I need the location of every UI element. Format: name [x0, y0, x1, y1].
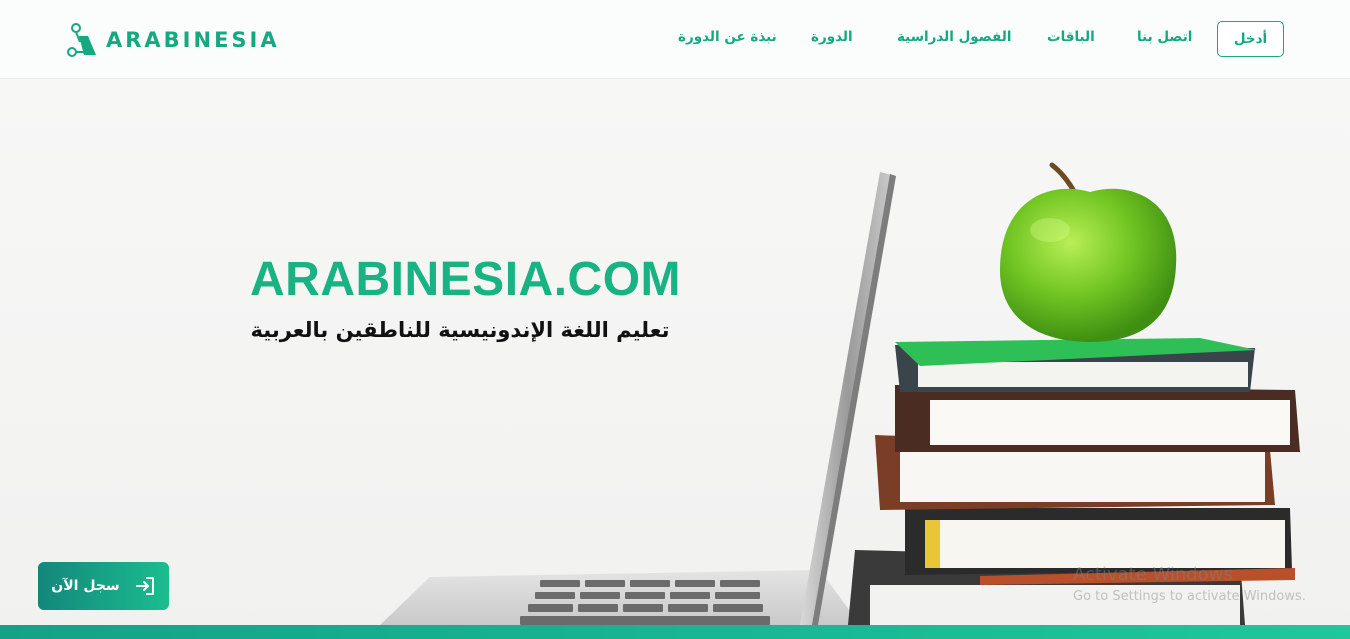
- windows-activation-watermark: Activate Windows Go to Settings to activ…: [1073, 564, 1306, 604]
- login-button[interactable]: أدخل: [1217, 21, 1284, 57]
- register-now-label: سجل الآن: [51, 578, 120, 594]
- landing-page: ARABINESIA نبذة عن الدورة الدورة الفصول …: [0, 0, 1350, 639]
- hero-image: [380, 162, 1300, 625]
- hero-title: ARABINESIA.COM: [250, 253, 682, 306]
- login-arrow-icon: [135, 577, 154, 595]
- bottom-accent-bar: [0, 625, 1350, 639]
- watermark-line-2: Go to Settings to activate Windows.: [1073, 589, 1306, 604]
- logo-text: ARABINESIA: [106, 28, 280, 52]
- nav-contact[interactable]: اتصل بنا: [1137, 29, 1192, 45]
- logo-icon: [67, 23, 96, 57]
- register-now-button[interactable]: سجل الآن: [38, 562, 169, 610]
- site-header: ARABINESIA نبذة عن الدورة الدورة الفصول …: [0, 0, 1350, 79]
- logo[interactable]: ARABINESIA: [66, 22, 280, 58]
- nav-packages[interactable]: الباقات: [1047, 29, 1095, 45]
- nav-course[interactable]: الدورة: [811, 29, 853, 45]
- nav-about-course[interactable]: نبذة عن الدورة: [678, 29, 777, 45]
- hero-subtitle: تعليم اللغة الإندونيسية للناطقين بالعربي…: [250, 318, 670, 342]
- nav-classes[interactable]: الفصول الدراسية: [897, 29, 1011, 45]
- watermark-line-1: Activate Windows: [1073, 564, 1233, 585]
